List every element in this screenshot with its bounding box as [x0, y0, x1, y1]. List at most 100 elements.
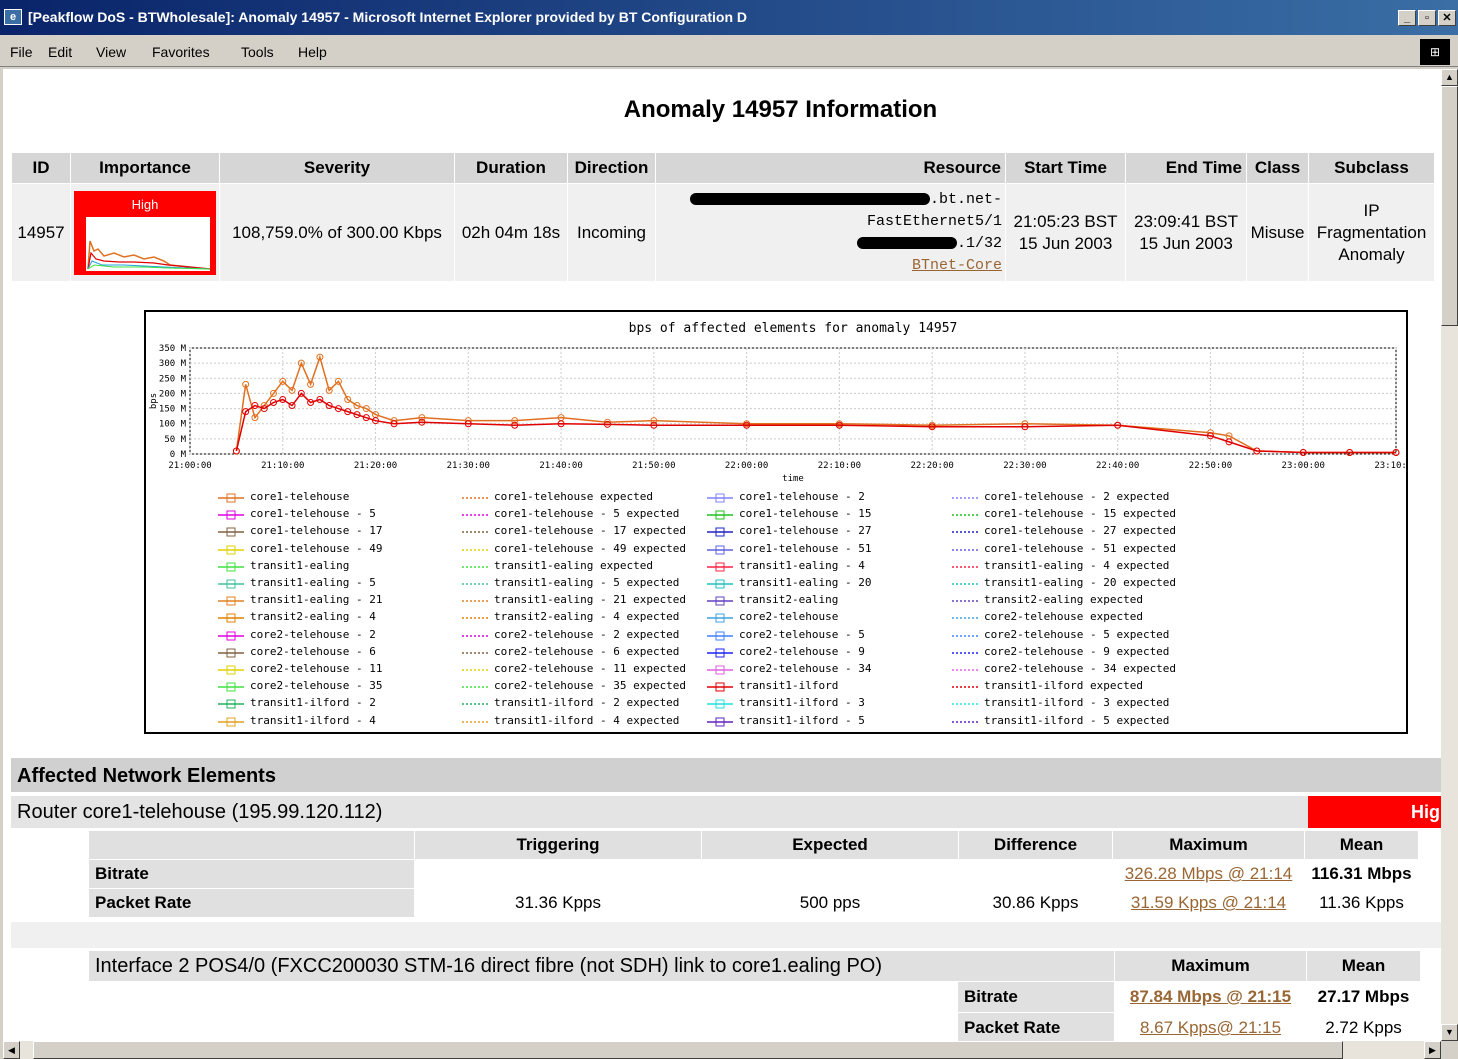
edge-cell	[1418, 888, 1439, 918]
importance-sparkline[interactable]: High	[74, 190, 216, 275]
scroll-up-icon[interactable]: ▲	[1441, 69, 1458, 86]
page-title: Anomaly 14957 Information	[623, 96, 938, 123]
legend-label: core1-telehouse - 15	[739, 507, 872, 521]
x-axis-label: time	[782, 474, 804, 484]
scroll-down-icon[interactable]: ▼	[1441, 1024, 1458, 1041]
scroll-left-icon[interactable]: ◀	[3, 1041, 20, 1059]
x-tick-label: 22:40:00	[1096, 461, 1139, 471]
resource-link[interactable]: BTnet-Core	[912, 257, 1002, 274]
menu-tools[interactable]: Tools	[241, 44, 274, 60]
legend-label: core2-telehouse - 9 expected	[984, 644, 1170, 658]
y-tick-label: 200 M	[159, 389, 187, 399]
legend-label: transit1-ealing - 20 expected	[984, 576, 1177, 589]
metrics-header-blank	[88, 830, 415, 860]
legend-label: core1-telehouse - 27	[739, 524, 872, 538]
maximize-icon[interactable]: ▫	[1418, 10, 1436, 26]
legend-label: transit1-ealing expected	[494, 558, 653, 572]
end-time-cell: 23:09:41 BST 15 Jun 2003	[1125, 183, 1247, 282]
legend-swatch-icon	[218, 665, 244, 675]
legend-label: core2-telehouse - 6 expected	[494, 644, 680, 658]
iface-packet-max-link[interactable]: 8.67 Kpps@ 21:15	[1140, 1018, 1281, 1037]
legend-swatch-icon	[952, 531, 978, 534]
legend-swatch-icon	[952, 548, 978, 551]
menu-favorites[interactable]: Favorites	[152, 44, 210, 60]
packet-max-link[interactable]: 31.59 Kpps @ 21:14	[1131, 893, 1286, 912]
duration-value: 02h 04m 18s	[454, 183, 568, 282]
col-resource: Resource	[655, 152, 1006, 184]
scroll-right-icon[interactable]: ▶	[1424, 1041, 1441, 1059]
legend-label: core1-telehouse	[250, 490, 350, 503]
iface-bitrate-label: Bitrate	[957, 981, 1115, 1013]
legend-swatch-icon	[218, 545, 244, 555]
legend-swatch-icon	[218, 510, 244, 520]
legend-label: transit1-ealing - 4 expected	[984, 558, 1170, 572]
spacer-row	[11, 922, 1441, 948]
col-duration: Duration	[454, 152, 568, 184]
hdr-maximum: Maximum	[1112, 830, 1305, 860]
menu-file[interactable]: File	[10, 44, 33, 60]
x-tick-label: 21:10:00	[261, 461, 304, 471]
vertical-scrollbar[interactable]: ▲ ▼	[1441, 69, 1458, 1041]
legend-label: transit1-ealing - 4	[739, 558, 865, 572]
affected-heading: Affected Network Elements	[11, 758, 1441, 792]
legend-label: core2-telehouse - 5	[739, 627, 865, 641]
iface-hdr-maximum: Maximum	[1114, 950, 1307, 982]
end-date: 15 Jun 2003	[1139, 233, 1233, 253]
hdr-difference: Difference	[958, 830, 1113, 860]
y-tick-label: 300 M	[159, 359, 187, 369]
legend-label: transit1-ilford - 3 expected	[984, 696, 1170, 710]
menu-edit[interactable]: Edit	[48, 44, 72, 60]
legend-label: transit1-ilford	[739, 679, 839, 693]
legend-swatch-icon	[952, 652, 978, 654]
blank-cell	[11, 981, 89, 1013]
iface-packet-label: Packet Rate	[957, 1012, 1115, 1041]
legend-label: core1-telehouse - 49	[250, 541, 383, 555]
legend-label: core2-telehouse - 2	[250, 627, 376, 641]
legend-swatch-icon	[218, 631, 244, 641]
packet-max-cell: 31.59 Kpps @ 21:14	[1112, 888, 1305, 918]
legend-swatch-icon	[462, 514, 488, 516]
legend-label: core2-telehouse - 35 expected	[494, 679, 687, 693]
legend-label: core2-telehouse - 34 expected	[984, 662, 1177, 675]
resource-cell: .bt.net- FastEthernet5/1 .1/32 BTnet-Cor…	[655, 183, 1006, 282]
minimize-icon[interactable]: _	[1398, 10, 1416, 26]
legend-label: transit1-ealing - 21	[250, 593, 383, 607]
window-title: [Peakflow DoS - BTWholesale]: Anomaly 14…	[28, 9, 748, 25]
importance-badge: High	[1308, 796, 1441, 828]
legend-label: transit1-ilford - 4 expected	[494, 713, 680, 727]
subclass-line2: Fragmentation	[1316, 222, 1427, 242]
legend-label: transit2-ealing expected	[984, 593, 1143, 607]
iface-bitrate-max-link[interactable]: 87.84 Mbps @ 21:15	[1130, 987, 1291, 1006]
start-date: 15 Jun 2003	[1018, 233, 1113, 253]
legend-swatch-icon	[952, 497, 978, 499]
blank-cell	[11, 888, 89, 918]
menu-help[interactable]: Help	[298, 44, 327, 60]
legend-swatch-icon	[952, 669, 978, 671]
legend-swatch-icon	[707, 613, 733, 623]
anomaly-id: 14957	[11, 183, 71, 282]
resource-line3: .1/32	[956, 234, 1002, 252]
menu-view[interactable]: View	[96, 44, 126, 60]
chart-title: bps of affected elements for anomaly 149…	[629, 321, 958, 336]
col-subclass: Subclass	[1308, 152, 1435, 184]
horizontal-scrollbar[interactable]: ◀ ▶	[3, 1041, 1441, 1059]
legend-label: transit1-ilford - 2 expected	[494, 696, 680, 710]
bitrate-max-link[interactable]: 326.28 Mbps @ 21:14	[1125, 864, 1293, 883]
bitrate-hatch	[414, 859, 1113, 889]
iface-bitrate-mean: 27.17 Mbps	[1306, 981, 1421, 1013]
legend-label: transit2-ealing - 4 expected	[494, 610, 680, 624]
legend-label: transit1-ilford - 4	[250, 713, 376, 727]
interface-title: Interface 2 POS4/0 (FXCC200030 STM-16 di…	[88, 950, 1115, 982]
scroll-thumb[interactable]	[1441, 86, 1458, 326]
legend-swatch-icon	[218, 527, 244, 537]
legend-swatch-icon	[462, 583, 488, 585]
y-axis-label: bps	[149, 393, 159, 409]
legend-swatch-icon	[707, 682, 733, 692]
close-icon[interactable]: ✕	[1438, 10, 1456, 26]
edge-cell	[1420, 981, 1441, 1013]
packet-triggering: 31.36 Kpps	[414, 888, 702, 918]
hscroll-thumb[interactable]	[33, 1041, 1343, 1059]
legend-label: transit2-ealing	[739, 593, 839, 607]
legend-label: transit1-ealing	[250, 558, 350, 572]
importance-cell: High	[70, 183, 220, 282]
